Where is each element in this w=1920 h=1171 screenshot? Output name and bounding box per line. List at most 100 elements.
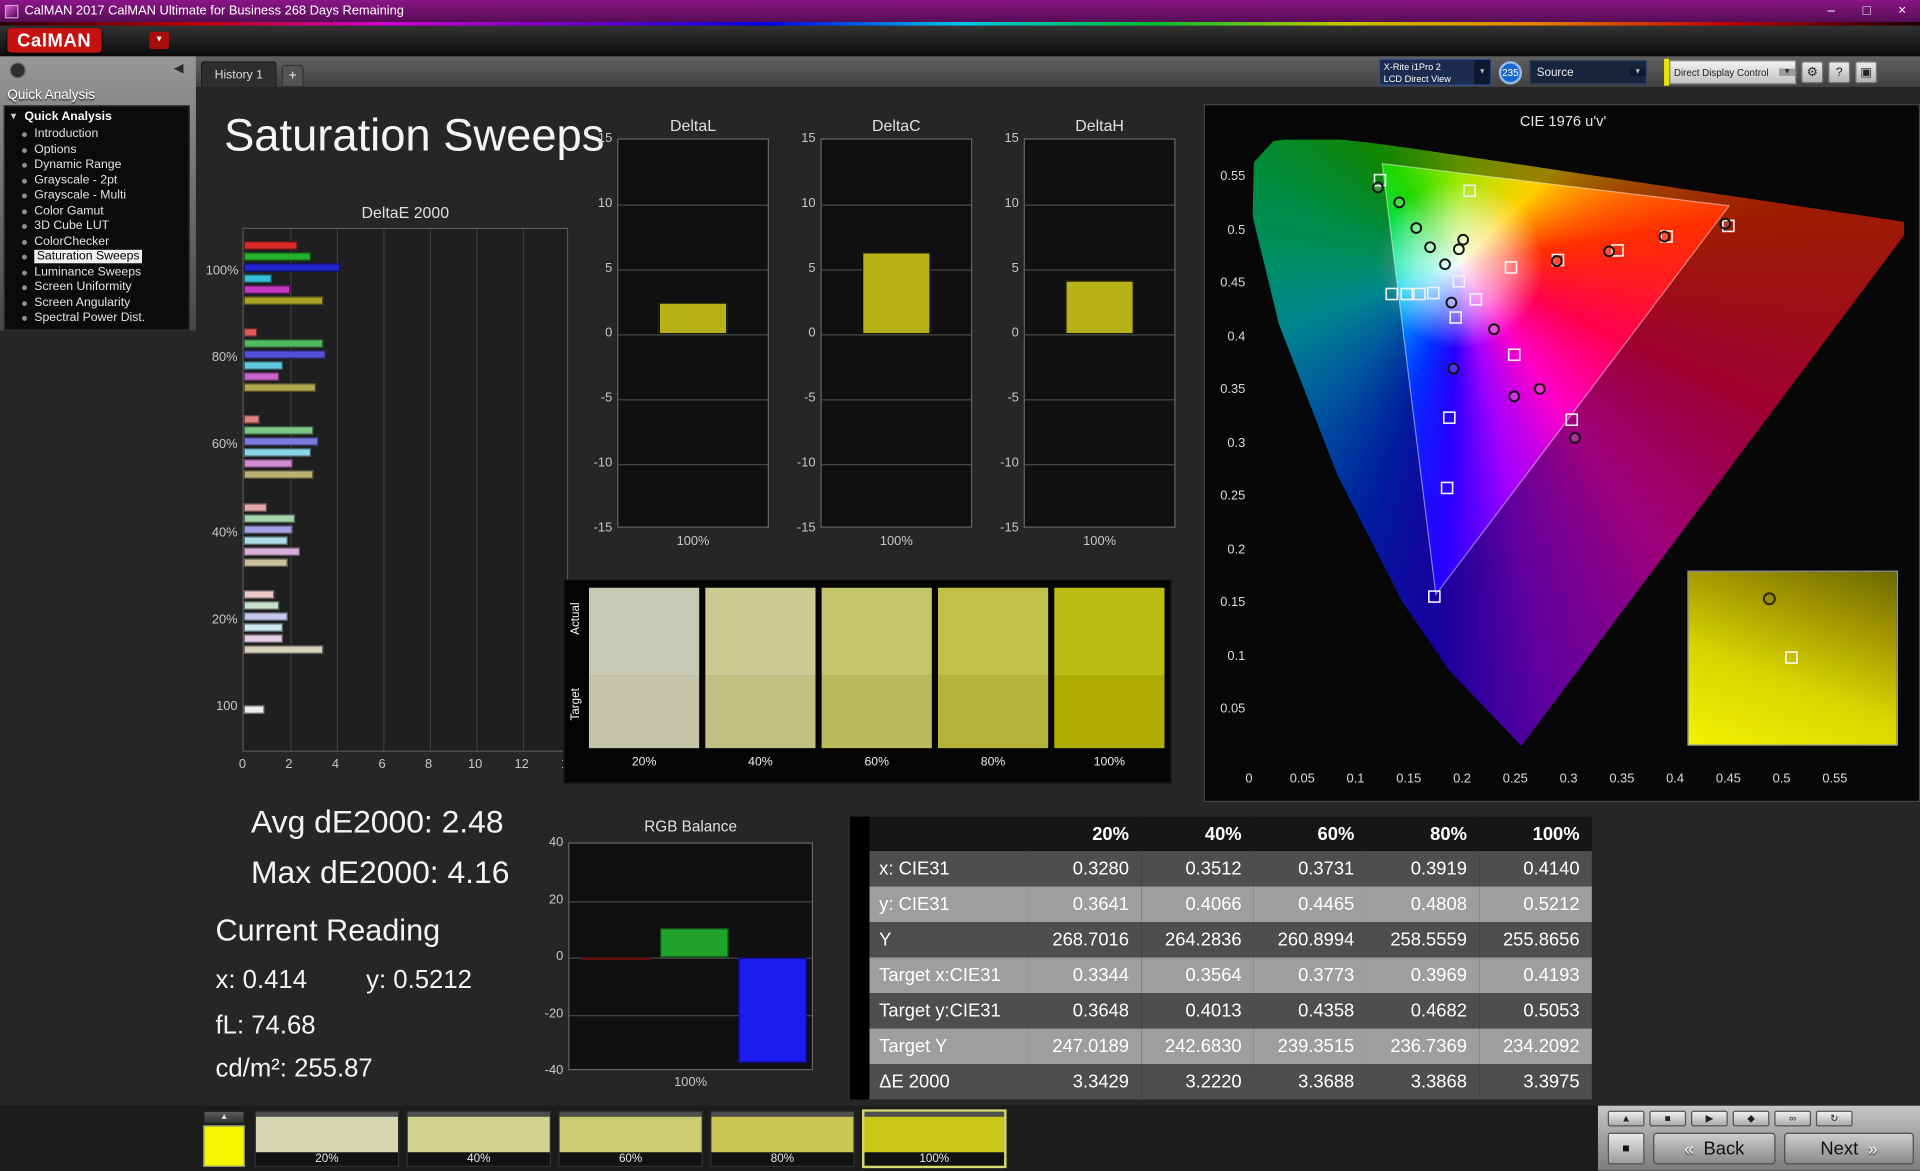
next-button[interactable]: Next » [1784,1132,1914,1165]
sidebar-item-luminance-sweeps[interactable]: Luminance Sweeps [5,265,189,280]
table-column-header: 80% [1366,816,1480,852]
chevron-down-icon[interactable]: ▼ [1474,60,1491,85]
sidebar-item-colorchecker[interactable]: ColorChecker [5,234,189,249]
refresh-button[interactable]: ↻ [1815,1110,1853,1127]
sidebar-item-spectral-power-dist-[interactable]: Spectral Power Dist. [5,311,189,326]
sidebar-item-label: Saturation Sweeps [34,249,142,263]
tree-bullet-icon [22,224,27,229]
tree-root[interactable]: ▾ Quick Analysis [5,110,189,127]
measured-marker [1372,181,1384,194]
close-button[interactable]: × [1884,0,1920,22]
sidebar-item-3d-cube-lut[interactable]: 3D Cube LUT [5,219,189,234]
de-bar-cyan [243,623,284,632]
record-button[interactable]: ◆ [1732,1110,1770,1127]
y-axis-tick-label: -5 [600,390,613,406]
table-row-label: ΔE 2000 [869,1064,1029,1100]
table-column-header: 100% [1479,816,1592,852]
patch-collapse-icon[interactable]: ▲ [203,1110,245,1125]
stop-button[interactable]: ■ [1649,1110,1687,1127]
de-bar-blue [243,612,288,621]
gridline [476,228,478,751]
axis-tick-label: 100% [676,533,710,549]
meter-dropdown[interactable]: X-Rite i1Pro 2 LCD Direct View ▼ [1378,58,1492,86]
minimize-button[interactable]: – [1813,0,1849,22]
nav-dot-button[interactable] [9,62,26,79]
x-axis-tick-label: 0.35 [1609,771,1635,787]
sidebar-item-color-gamut[interactable]: Color Gamut [5,204,189,219]
y-axis-tick-label: 60% [211,437,238,453]
y-axis-tick-label: 20% [211,612,238,627]
tree-expand-icon[interactable]: ▾ [11,110,16,121]
settings-gear-icon[interactable]: ⚙ [1801,61,1824,84]
table-cell: 0.4465 [1253,886,1367,923]
x-axis-tick-label: 4 [331,756,340,772]
patch-button-20%[interactable]: 20% [254,1110,400,1167]
patch-button-80%[interactable]: 80% [710,1110,855,1167]
table-cell: 0.3641 [1028,886,1142,923]
eject-button[interactable]: ▲ [1607,1110,1645,1127]
patch-button-40%[interactable]: 40% [406,1110,552,1167]
y-axis-tick-label: -40 [544,1062,564,1078]
de-bar-cyan [243,361,284,370]
chevron-down-icon[interactable]: ▼ [1779,68,1796,76]
table-cell: 0.5212 [1479,886,1592,923]
sidebar-item-options[interactable]: Options [5,143,189,158]
sidebar-item-grayscale-multi[interactable]: Grayscale - Multi [5,189,189,204]
tab-history-1[interactable]: History 1 [200,61,277,87]
table-row-label: Y [869,922,1029,958]
patch-label: 20% [315,1152,339,1166]
logo-menu-arrow-icon[interactable]: ▼ [149,31,169,49]
x-axis-tick-label: 0.55 [1822,771,1848,787]
sidebar-collapse-icon[interactable]: ◀ [174,62,183,75]
add-tab-button[interactable]: + [281,64,304,87]
patch-button-60%[interactable]: 60% [558,1110,703,1167]
patch-label: 40% [467,1152,491,1166]
x-axis-tick-label: 0.4 [1666,771,1685,787]
table-cell: 0.4808 [1366,886,1480,923]
workspace-icon[interactable]: ▣ [1855,61,1878,84]
play-button[interactable]: ▶ [1691,1110,1728,1127]
y-axis-tick-label: 15 [1004,131,1019,146]
y-axis-tick-label: -10 [1000,455,1019,471]
sidebar-item-screen-angularity[interactable]: Screen Angularity [5,296,189,311]
swatch-label: 100% [1093,755,1126,769]
back-button[interactable]: « Back [1653,1132,1776,1165]
y-axis-tick-label: 20 [548,892,564,907]
sidebar-item-screen-uniformity[interactable]: Screen Uniformity [5,280,189,295]
swatch-cell-20% [588,587,700,749]
table-row-label: Target y:CIE31 [869,993,1029,1029]
measured-marker [1447,362,1460,375]
swatch-label: 60% [864,755,889,769]
patch-button-100%[interactable]: 100% [862,1109,1007,1169]
x-axis-tick-label: 0.15 [1396,771,1422,787]
y-axis-tick-label: 5 [808,260,816,276]
target-marker [1400,287,1414,301]
tree-bullet-icon [22,193,27,199]
gridline [821,334,972,336]
sidebar-item-dynamic-range[interactable]: Dynamic Range [5,158,189,173]
sidebar-item-grayscale-2pt[interactable]: Grayscale - 2pt [5,173,189,188]
target-marker [1507,348,1521,362]
stop-button-large[interactable]: ■ [1607,1132,1645,1165]
sidebar-item-label: Introduction [34,127,99,141]
toolbar-cluster: X-Rite i1Pro 2 LCD Direct View ▼ 235 Sou… [1378,58,1878,86]
gridline [1024,204,1175,206]
help-icon[interactable]: ? [1828,61,1851,84]
loop-button[interactable]: ∞ [1774,1110,1812,1127]
chevron-down-icon[interactable]: ▼ [1629,68,1646,76]
maximize-button[interactable]: □ [1849,0,1885,22]
display-control-label: Direct Display Control [1673,66,1769,78]
calman-logo[interactable]: CalMAN [7,28,102,53]
table-cell: 0.4140 [1479,851,1592,887]
de-bar-cyan [243,448,312,458]
source-dropdown[interactable]: Source ▼ [1529,60,1647,85]
sidebar-item-saturation-sweeps[interactable]: Saturation Sweeps [5,249,189,265]
table-cell: 264.2836 [1141,922,1254,958]
tree-root-label: Quick Analysis [24,110,112,124]
display-control-dropdown[interactable]: Direct Display Control ▼ [1668,60,1797,85]
table-header-row: 20% 40% 60% 80% 100% [849,816,1592,852]
table-row-label: x: CIE31 [869,851,1029,887]
sidebar-item-introduction[interactable]: Introduction [5,127,189,142]
y-axis-tick-label: -10 [593,455,613,471]
y-axis-tick-label: 0 [808,325,816,341]
